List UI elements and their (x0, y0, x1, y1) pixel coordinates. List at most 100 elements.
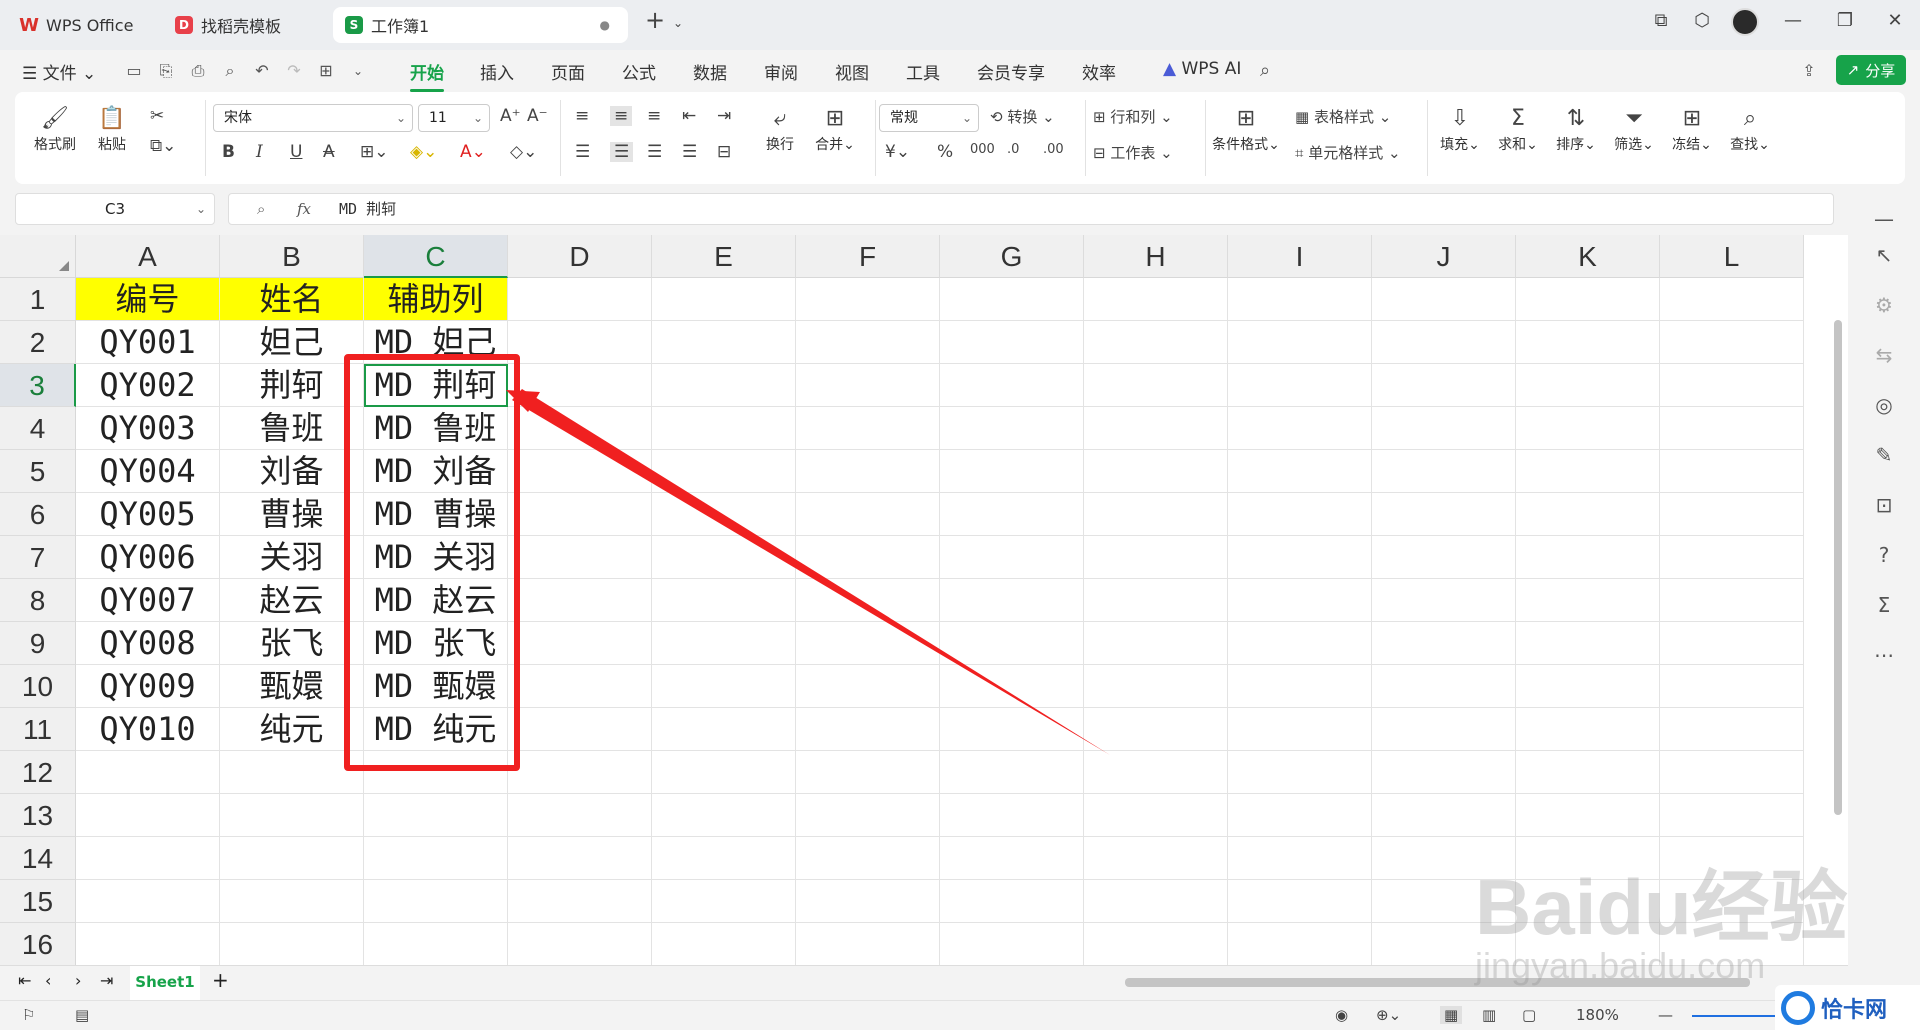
cell-c5[interactable]: MD 刘备 (364, 450, 508, 493)
number-format-select[interactable]: 常规 ⌄ (879, 104, 979, 132)
row-header-2[interactable]: 2 (0, 321, 76, 364)
cell-c11[interactable]: MD 纯元 (364, 708, 508, 751)
cell-j2[interactable] (1372, 321, 1516, 364)
cell-a12[interactable] (76, 751, 220, 794)
cell-d8[interactable] (508, 579, 652, 622)
spreadsheet-grid[interactable]: A B C D E F G H I J K L 1 编号 姓名 辅助列 2 QY001 妲己 MD 妲己 3 QY002 荆… (0, 235, 1848, 965)
cell-h1[interactable] (1084, 278, 1228, 321)
cell-b6[interactable]: 曹操 (220, 493, 364, 536)
row-header-16[interactable]: 16 (0, 923, 76, 965)
justify-icon[interactable]: ☰ (682, 142, 697, 162)
next-sheet-icon[interactable]: › (75, 971, 81, 990)
cell-k9[interactable] (1516, 622, 1660, 665)
cell-d4[interactable] (508, 407, 652, 450)
cell-a11[interactable]: QY010 (76, 708, 220, 751)
cell-e11[interactable] (652, 708, 796, 751)
cell-h5[interactable] (1084, 450, 1228, 493)
cell-b11[interactable]: 纯元 (220, 708, 364, 751)
horizontal-scrollbar-thumb[interactable] (1125, 978, 1750, 987)
cell-l7[interactable] (1660, 536, 1804, 579)
adjust-icon[interactable]: ⚙ (1870, 293, 1898, 321)
cell-g15[interactable] (940, 880, 1084, 923)
cell-h3[interactable] (1084, 364, 1228, 407)
cell-a8[interactable]: QY007 (76, 579, 220, 622)
increase-font-icon[interactable]: A⁺ (500, 106, 521, 126)
cell-l1[interactable] (1660, 278, 1804, 321)
minimize-icon[interactable]: — (1778, 10, 1808, 31)
cell-d3[interactable] (508, 364, 652, 407)
cell-k3[interactable] (1516, 364, 1660, 407)
cell-k14[interactable] (1516, 837, 1660, 880)
row-header-15[interactable]: 15 (0, 880, 76, 923)
cell-a14[interactable] (76, 837, 220, 880)
cell-i14[interactable] (1228, 837, 1372, 880)
wps-ai-button[interactable]: ▲ WPS AI (1163, 59, 1241, 79)
cell-l5[interactable] (1660, 450, 1804, 493)
cell-j14[interactable] (1372, 837, 1516, 880)
view-options-icon[interactable]: ⊕⌄ (1376, 1006, 1401, 1024)
cell-b5[interactable]: 刘备 (220, 450, 364, 493)
prev-sheet-icon[interactable]: ‹ (45, 971, 51, 990)
select-all-corner[interactable] (0, 235, 76, 278)
column-header-d[interactable]: D (508, 235, 652, 278)
cell-j5[interactable] (1372, 450, 1516, 493)
cell-d14[interactable] (508, 837, 652, 880)
menu-insert[interactable]: 插入 (480, 59, 514, 84)
cell-l2[interactable] (1660, 321, 1804, 364)
cell-f5[interactable] (796, 450, 940, 493)
share-button[interactable]: ↗ 分享 (1836, 55, 1906, 85)
tab-list-chevron-icon[interactable]: ⌄ (663, 16, 693, 30)
cell-k15[interactable] (1516, 880, 1660, 923)
menu-formula[interactable]: 公式 (622, 59, 656, 84)
sheet-tab-sheet1[interactable]: Sheet1 (130, 966, 200, 1000)
align-bottom-icon[interactable]: ≡ (647, 106, 661, 126)
font-color-icon[interactable]: A⌄ (460, 142, 486, 162)
cell-f10[interactable] (796, 665, 940, 708)
cell-e15[interactable] (652, 880, 796, 923)
cell-d6[interactable] (508, 493, 652, 536)
cell-h16[interactable] (1084, 923, 1228, 965)
cell-g3[interactable] (940, 364, 1084, 407)
cell-d1[interactable] (508, 278, 652, 321)
cell-j12[interactable] (1372, 751, 1516, 794)
cell-h9[interactable] (1084, 622, 1228, 665)
cell-d15[interactable] (508, 880, 652, 923)
cell-e6[interactable] (652, 493, 796, 536)
cell-e13[interactable] (652, 794, 796, 837)
cell-i10[interactable] (1228, 665, 1372, 708)
cell-g16[interactable] (940, 923, 1084, 965)
percent-icon[interactable]: % (937, 142, 953, 162)
cell-g6[interactable] (940, 493, 1084, 536)
cell-e4[interactable] (652, 407, 796, 450)
cell-g2[interactable] (940, 321, 1084, 364)
merge-button[interactable]: ⊞ 合并⌄ (810, 104, 860, 154)
cell-l12[interactable] (1660, 751, 1804, 794)
align-left-icon[interactable]: ☰ (575, 142, 590, 162)
cell-f7[interactable] (796, 536, 940, 579)
zoom-out-icon[interactable]: — (1658, 1006, 1673, 1024)
cell-b12[interactable] (220, 751, 364, 794)
row-header-14[interactable]: 14 (0, 837, 76, 880)
format-painter-button[interactable]: 🖌 格式刷 (30, 104, 80, 154)
cell-g11[interactable] (940, 708, 1084, 751)
cell-g14[interactable] (940, 837, 1084, 880)
vertical-scrollbar-thumb[interactable] (1834, 320, 1842, 815)
transform-icon[interactable]: ⇆ (1870, 343, 1898, 371)
cell-c14[interactable] (364, 837, 508, 880)
cell-g7[interactable] (940, 536, 1084, 579)
cell-d13[interactable] (508, 794, 652, 837)
align-right-icon[interactable]: ☰ (647, 142, 662, 162)
column-header-l[interactable]: L (1660, 235, 1804, 278)
thousands-icon[interactable]: 000 (970, 142, 995, 157)
cell-a9[interactable]: QY008 (76, 622, 220, 665)
cell-b7[interactable]: 关羽 (220, 536, 364, 579)
collapse-panel-icon[interactable]: — (1870, 207, 1898, 235)
cell-b13[interactable] (220, 794, 364, 837)
column-header-g[interactable]: G (940, 235, 1084, 278)
cell-l10[interactable] (1660, 665, 1804, 708)
cell-b1[interactable]: 姓名 (220, 278, 364, 321)
cell-f2[interactable] (796, 321, 940, 364)
cell-d11[interactable] (508, 708, 652, 751)
cell-f8[interactable] (796, 579, 940, 622)
cell-b3[interactable]: 荆轲 (220, 364, 364, 407)
